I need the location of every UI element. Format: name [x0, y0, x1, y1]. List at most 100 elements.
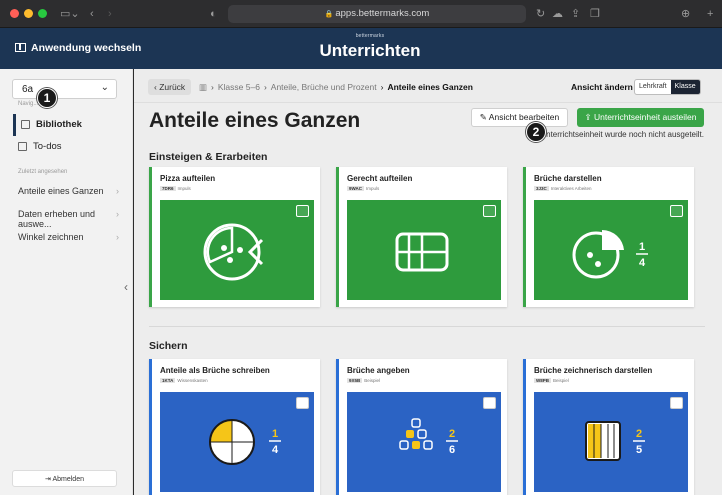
download-icon[interactable]: ⊕ — [681, 6, 690, 22]
card-thumbnail: 1 4 — [534, 200, 688, 300]
pizza-icon — [203, 223, 264, 281]
card-title: Pizza aufteilen — [160, 174, 216, 183]
card-type: Beispiel — [553, 378, 569, 383]
sidebar-item-label: To-dos — [33, 141, 62, 152]
card-thumbnail — [347, 200, 501, 300]
slides-icon — [483, 205, 496, 217]
lesson-card[interactable]: Pizza aufteilen 7DR6 Impuls — [149, 167, 320, 307]
lock-icon: 🔒 — [324, 11, 336, 18]
fraction-denominator: 5 — [636, 444, 642, 456]
recent-item-label: Anteile eines Ganzen — [18, 186, 104, 196]
page-title: Anteile eines Ganzen — [149, 109, 361, 132]
app-switch-icon — [15, 43, 26, 52]
breadcrumb-item[interactable]: Klasse 5–6 — [218, 82, 260, 92]
section-divider — [149, 326, 705, 327]
logout-button[interactable]: ⇥ Abmelden — [12, 470, 117, 487]
chevron-right-icon: › — [116, 209, 119, 219]
forward-icon[interactable]: › — [108, 6, 112, 22]
recent-item[interactable]: Anteile eines Ganzen › — [18, 186, 123, 196]
recent-item-label: Winkel zeichnen — [18, 232, 84, 242]
card-code: 9X5B — [347, 378, 363, 383]
card-thumbnail: 1 4 — [160, 392, 314, 492]
class-select-value: 6a — [22, 84, 34, 95]
card-meta: 3J3C Interaktives Arbeiten — [534, 186, 592, 191]
card-meta: 9X5B Beispiel — [347, 378, 380, 383]
knowledge-box-icon — [296, 397, 309, 409]
privacy-shield-icon[interactable]: ◐ — [210, 6, 217, 22]
browser-toolbar: ▭⌄ ‹ › ◐ 🔒 apps.bettermarks.com ↻ ☁ ⇪ ❐ … — [0, 0, 722, 28]
minimize-window-button[interactable] — [24, 9, 33, 18]
edit-view-button[interactable]: ✎ Ansicht bearbeiten — [471, 108, 568, 127]
back-button[interactable]: ‹ Zurück — [148, 79, 192, 95]
card-type: Beispiel — [364, 378, 381, 383]
library-icon[interactable]: ▥ — [199, 82, 207, 92]
recent-item[interactable]: Daten erheben und auswe... › — [18, 209, 123, 229]
url-text: apps.bettermarks.com — [335, 8, 430, 19]
fraction-numerator: 1 — [639, 241, 645, 253]
card-code: 1KTA — [160, 378, 176, 383]
sidebar-collapse-handle[interactable]: ‹ — [118, 272, 134, 302]
fraction-numerator: 2 — [636, 428, 642, 440]
callout-badge-1: 1 — [37, 88, 57, 108]
lesson-card[interactable]: Anteile als Brüche schreiben 1KTA Wissens… — [149, 359, 320, 495]
share-unit-button[interactable]: ⇪ Unterrichtseinheit austeilen — [577, 108, 704, 127]
close-window-button[interactable] — [10, 9, 19, 18]
slides-icon — [296, 205, 309, 217]
library-icon — [21, 120, 30, 129]
fraction-numerator: 2 — [449, 428, 455, 440]
back-label: Zurück — [159, 82, 186, 92]
card-title: Anteile als Brüche schreiben — [160, 366, 270, 375]
section-title: Sichern — [149, 340, 188, 352]
class-select[interactable]: 6a ⌄ — [12, 79, 117, 99]
main-content: ‹ Zurück ▥ › Klasse 5–6 › Anteile, Brüche un… — [134, 69, 722, 495]
card-type: Impuls — [177, 186, 191, 191]
breadcrumb-current: Anteile eines Ganzen — [387, 82, 473, 92]
breadcrumb-item[interactable]: Anteile, Brüche und Prozent — [271, 82, 377, 92]
slides-icon — [670, 205, 683, 217]
view-option-klasse[interactable]: Klasse — [670, 80, 700, 94]
nav-section-label: Navig... — [18, 101, 39, 107]
brand-logo-text: bettermarks — [355, 33, 385, 39]
card-thumbnail: 2 5 — [534, 392, 688, 492]
lesson-card[interactable]: Brüche zeichnerisch darstellen W8PB Beisp… — [523, 359, 694, 495]
section-title: Einsteigen & Erarbeiten — [149, 151, 268, 163]
lesson-card[interactable]: Brüche darstellen 3J3C Interaktives Arbei… — [523, 167, 694, 307]
lightbulb-icon — [483, 397, 496, 409]
fraction-denominator: 4 — [639, 257, 646, 269]
bar-fraction-icon: 2 5 — [585, 421, 645, 461]
new-tab-icon[interactable]: + — [707, 6, 713, 22]
lesson-card[interactable]: Gerecht aufteilen 9WAC Impuls — [336, 167, 507, 307]
chocolate-bar-icon — [395, 232, 449, 272]
quarter-circle-icon: 1 4 — [209, 419, 281, 465]
pencil-icon: ✎ — [479, 112, 489, 122]
sidebar-item-bibliothek[interactable]: Bibliothek — [13, 114, 133, 136]
card-thumbnail — [160, 200, 314, 300]
reload-icon[interactable]: ↻ — [536, 6, 545, 22]
lesson-card[interactable]: Brüche angeben 9X5B Beispiel 2 6 — [336, 359, 507, 495]
sidebar-item-todos[interactable]: To-dos — [13, 136, 133, 158]
app-window: ▭⌄ ‹ › ◐ 🔒 apps.bettermarks.com ↻ ☁ ⇪ ❐ … — [0, 0, 722, 495]
share-icon[interactable]: ⇪ — [571, 6, 580, 22]
card-type: Impuls — [366, 186, 380, 191]
card-thumbnail: 2 6 — [347, 392, 501, 492]
switch-app-button[interactable]: Anwendung wechseln — [15, 42, 141, 54]
card-type: Interaktives Arbeiten — [550, 186, 592, 191]
recent-item[interactable]: Winkel zeichnen › — [18, 232, 123, 242]
card-title: Brüche zeichnerisch darstellen — [534, 366, 653, 375]
fraction-denominator: 4 — [272, 444, 279, 456]
icloud-icon[interactable]: ☁ — [552, 6, 563, 22]
tabs-overview-icon[interactable]: ❐ — [590, 6, 600, 22]
zoom-window-button[interactable] — [38, 9, 47, 18]
view-toggle: Lehrkraft Klasse — [634, 79, 701, 95]
edit-view-label: Ansicht bearbeiten — [488, 112, 560, 122]
card-type: Wissenskasten — [177, 378, 208, 383]
card-code: 9WAC — [347, 186, 365, 191]
share-unit-label: Unterrichtseinheit austeilen — [593, 112, 697, 122]
view-option-lehrkraft[interactable]: Lehrkraft — [635, 80, 671, 94]
sidebar-toggle-icon[interactable]: ▭⌄ — [60, 6, 80, 22]
card-title: Brüche angeben — [347, 366, 410, 375]
back-icon[interactable]: ‹ — [90, 6, 94, 22]
chevron-right-icon: › — [116, 186, 119, 196]
address-bar[interactable]: 🔒 apps.bettermarks.com — [228, 5, 526, 23]
card-meta: 1KTA Wissenskasten — [160, 378, 208, 383]
